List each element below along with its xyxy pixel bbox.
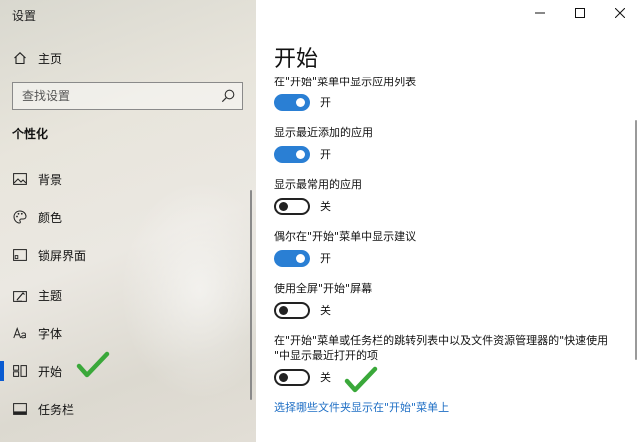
option-label: 显示最常用的应用 [274, 178, 362, 191]
page-title: 开始 [274, 47, 319, 72]
toggle-row: 开 [274, 144, 331, 164]
sidebar-item-taskbar[interactable]: 任务栏 [0, 390, 256, 428]
toggle-knob [279, 201, 288, 211]
sidebar-item-colors[interactable]: 颜色 [0, 198, 256, 236]
toggle-knob [296, 97, 305, 107]
sidebar-item-label: 字体 [38, 326, 63, 341]
check-mark-icon [344, 366, 378, 393]
toggle-knob [279, 305, 288, 315]
main-content: 开始 在"开始"菜单中显示应用列表 开 显示最近添加的应用 开 显示最常用的应用… [256, 0, 640, 442]
close-icon [615, 8, 625, 18]
lock-screen-icon [0, 236, 38, 274]
option-label-line1: 在"开始"菜单或任务栏的跳转列表中以及文件资源管理器的"快速使用 [274, 334, 609, 347]
toggle-knob [279, 372, 288, 382]
maximize-button[interactable] [560, 0, 600, 26]
toggle-state-text: 开 [320, 252, 331, 265]
close-button[interactable] [600, 0, 640, 26]
selected-indicator [0, 361, 4, 381]
option-label: 使用全屏"开始"屏幕 [274, 282, 373, 295]
toggle-state-text: 关 [320, 200, 331, 213]
toggle-knob [296, 149, 305, 159]
sidebar-item-home[interactable]: 主页 [0, 39, 256, 77]
option-label: 偶尔在"开始"菜单中显示建议 [274, 230, 417, 243]
sidebar-item-background[interactable]: 背景 [0, 160, 256, 198]
sidebar-item-fonts[interactable]: 字体 [0, 314, 256, 352]
toggle-state-text: 关 [320, 371, 331, 384]
toggle-row: 关 [274, 367, 331, 387]
maximize-icon [575, 8, 585, 18]
sidebar-item-start[interactable]: 开始 [0, 352, 256, 390]
option-label: 在"开始"菜单中显示应用列表 [274, 75, 417, 88]
theme-icon [0, 276, 38, 314]
toggle-switch[interactable] [274, 197, 310, 215]
toggle-switch[interactable] [274, 368, 310, 386]
window-controls [520, 0, 640, 28]
taskbar-icon [0, 390, 38, 428]
toggle-row: 关 [274, 300, 331, 320]
search-icon[interactable] [220, 88, 236, 104]
toggle-state-text: 关 [320, 304, 331, 317]
section-title: 个性化 [12, 127, 49, 141]
search-box[interactable] [12, 82, 243, 110]
window-title: 设置 [12, 9, 37, 23]
image-icon [0, 160, 38, 198]
sidebar-item-label: 主页 [38, 51, 63, 66]
toggle-switch[interactable] [274, 93, 310, 111]
option-label-line2: "中显示最近打开的项 [274, 349, 379, 362]
sidebar-item-label: 开始 [38, 364, 63, 379]
main-scrollbar[interactable] [635, 120, 637, 360]
font-icon [0, 314, 38, 352]
minimize-icon [535, 12, 545, 14]
toggle-switch[interactable] [274, 301, 310, 319]
option-label: 显示最近添加的应用 [274, 126, 373, 139]
start-icon [0, 352, 38, 390]
sidebar-item-label: 任务栏 [38, 402, 75, 417]
sidebar-item-label: 锁屏界面 [38, 248, 87, 263]
check-mark-icon [76, 351, 110, 378]
choose-folders-link[interactable]: 选择哪些文件夹显示在"开始"菜单上 [274, 399, 449, 415]
sidebar-item-label: 主题 [38, 288, 63, 303]
sidebar-scrollbar[interactable] [250, 190, 252, 400]
sidebar-item-label: 颜色 [38, 210, 63, 225]
toggle-row: 开 [274, 248, 331, 268]
minimize-button[interactable] [520, 0, 560, 26]
toggle-state-text: 开 [320, 96, 331, 109]
sidebar-item-label: 背景 [38, 172, 63, 187]
toggle-row: 开 [274, 92, 331, 112]
sidebar: 设置 主页 个性化 背景 颜色 锁屏界面 主题 [0, 0, 280, 442]
sidebar-item-themes[interactable]: 主题 [0, 276, 256, 314]
toggle-knob [296, 253, 305, 263]
toggle-state-text: 开 [320, 148, 331, 161]
toggle-switch[interactable] [274, 145, 310, 163]
palette-icon [0, 198, 38, 236]
home-icon [0, 39, 38, 77]
toggle-row: 关 [274, 196, 331, 216]
toggle-switch[interactable] [274, 249, 310, 267]
search-input[interactable] [22, 89, 212, 103]
sidebar-item-lock-screen[interactable]: 锁屏界面 [0, 236, 256, 274]
